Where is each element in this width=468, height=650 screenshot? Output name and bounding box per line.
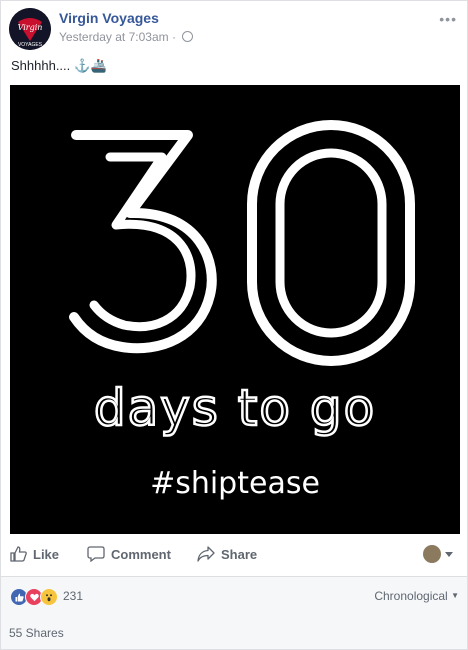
caption-text: Shhhhh....: [11, 58, 71, 73]
post-meta: Yesterday at 7:03am ·: [59, 30, 194, 44]
post-as-selector[interactable]: [423, 545, 453, 563]
countdown-graphic: days to go #shiptease: [10, 85, 460, 534]
sort-label: Chronological: [374, 589, 448, 603]
anchor-ship-emoji: ⚓🚢: [74, 58, 107, 73]
post-timestamp[interactable]: Yesterday at 7:03am: [59, 30, 169, 44]
post-image[interactable]: days to go #shiptease: [10, 85, 460, 534]
like-label: Like: [33, 546, 60, 562]
facebook-post-card: Virgin VOYAGES Virgin Voyages Yesterday …: [0, 0, 468, 650]
share-arrow-icon: [197, 546, 215, 562]
post-actions-bar: Like Comment Share: [1, 541, 467, 571]
reactions-bar: 231 Chronological ▼: [1, 576, 467, 618]
hashtag-text: #shiptease: [150, 466, 320, 501]
comment-button[interactable]: Comment: [87, 546, 171, 562]
reaction-icons[interactable]: [10, 588, 58, 606]
page-name-link[interactable]: Virgin Voyages: [59, 10, 159, 26]
post-caption: Shhhhh.... ⚓🚢: [11, 58, 107, 74]
viewer-avatar: [423, 545, 441, 563]
thumbs-up-icon: [10, 546, 27, 562]
shares-bar: 55 Shares: [1, 617, 467, 649]
virgin-voyages-logo: Virgin VOYAGES: [9, 8, 51, 50]
comment-sort-dropdown[interactable]: Chronological ▼: [374, 589, 459, 603]
comment-bubble-icon: [87, 546, 105, 562]
share-button[interactable]: Share: [197, 546, 257, 562]
reaction-count[interactable]: 231: [63, 589, 83, 603]
shares-count-link[interactable]: 55 Shares: [9, 626, 64, 640]
chevron-down-icon: [445, 551, 453, 557]
sort-caret-icon: ▼: [451, 591, 459, 600]
share-label: Share: [221, 546, 258, 562]
meta-separator: ·: [171, 30, 176, 44]
more-options-button[interactable]: •••: [439, 11, 457, 27]
svg-text:Virgin: Virgin: [18, 23, 43, 32]
public-globe-icon: [182, 31, 194, 42]
page-avatar[interactable]: Virgin VOYAGES: [9, 8, 51, 50]
wow-reaction-icon: [40, 588, 58, 606]
tagline-text: days to go: [94, 379, 376, 437]
like-button[interactable]: Like: [10, 546, 59, 562]
avatar-brand-text: VOYAGES: [18, 42, 43, 48]
comment-label: Comment: [111, 546, 171, 562]
